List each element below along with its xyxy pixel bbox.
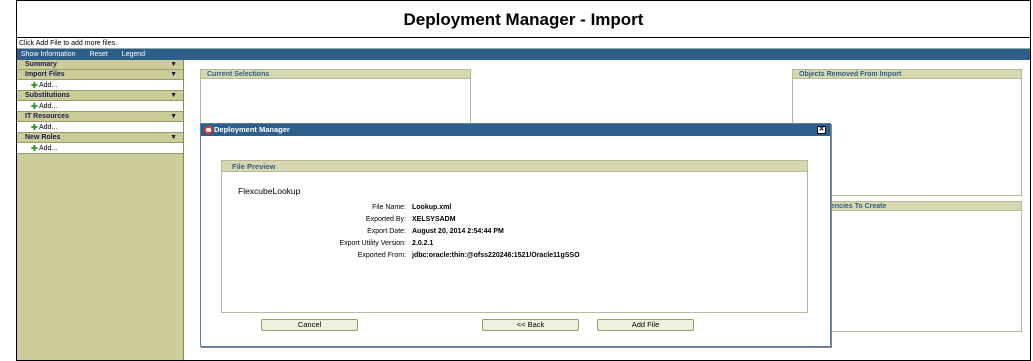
file-preview-panel: File Preview FlexcubeLookup File Name: L… [221, 160, 808, 313]
sidebar-section-import-files[interactable]: Import Files ▼ [17, 70, 183, 80]
chevron-down-icon: ▼ [170, 113, 177, 120]
back-button[interactable]: << Back [482, 319, 579, 331]
detail-label: Exported By: [365, 216, 406, 223]
oracle-logo-icon [204, 126, 213, 134]
chevron-down-icon: ▼ [170, 71, 177, 78]
detail-value: Lookup.xml [412, 204, 452, 211]
sidebar-section-new-roles[interactable]: New Roles ▼ [17, 133, 183, 143]
dialog-title: Deployment Manager [214, 125, 290, 134]
detail-label: Export Date: [367, 228, 406, 235]
add-file-button[interactable]: Add File [597, 319, 694, 331]
page-title: Deployment Manager - Import [403, 10, 644, 29]
menu-bar: Show Information Reset Legend [17, 49, 1030, 60]
detail-value: jdbc:oracle:thin:@ofss220246:1521/Oracle… [412, 252, 580, 259]
sidebar-section-label: IT Resources [25, 113, 69, 120]
detail-row-file-name: File Name: Lookup.xml [222, 203, 807, 213]
dialog-title-bar: Deployment Manager ✕ [201, 124, 830, 136]
detail-value: 2.0.2.1 [412, 240, 434, 247]
add-new-role-link[interactable]: ✚ Add... [17, 143, 183, 154]
chevron-down-icon: ▼ [170, 92, 177, 99]
preview-file-name: FlexcubeLookup [238, 186, 301, 196]
detail-value: August 20, 2014 2:54:44 PM [412, 228, 504, 235]
detail-row-exported-by: Exported By: XELSYSADM [222, 215, 807, 225]
chevron-down-icon: ▼ [170, 134, 177, 141]
detail-row-export-utility-version: Export Utility Version: 2.0.2.1 [222, 239, 807, 249]
sidebar-section-label: New Roles [25, 134, 61, 141]
detail-label: File Name: [372, 204, 406, 211]
close-icon[interactable]: ✕ [817, 126, 826, 134]
plus-icon: ✚ [31, 81, 38, 90]
add-label: Add... [39, 103, 58, 110]
add-it-resource-link[interactable]: ✚ Add... [17, 122, 183, 133]
plus-icon: ✚ [31, 123, 38, 132]
cancel-button[interactable]: Cancel [261, 319, 358, 331]
add-import-file-link[interactable]: ✚ Add... [17, 80, 183, 91]
menu-reset[interactable]: Reset [89, 49, 107, 60]
detail-row-export-date: Export Date: August 20, 2014 2:54:44 PM [222, 227, 807, 237]
sidebar: Summary ▼ Import Files ▼ ✚ Add... Substi… [17, 60, 184, 360]
add-substitution-link[interactable]: ✚ Add... [17, 101, 183, 112]
sidebar-section-label: Import Files [25, 71, 65, 78]
sidebar-section-label: Summary [25, 61, 57, 68]
menu-legend[interactable]: Legend [122, 49, 145, 60]
sidebar-section-summary[interactable]: Summary ▼ [17, 60, 183, 70]
sidebar-section-label: Substitutions [25, 92, 70, 99]
panel-title: Current Selections [201, 70, 470, 79]
sidebar-section-substitutions[interactable]: Substitutions ▼ [17, 91, 183, 101]
add-label: Add... [39, 82, 58, 89]
detail-label: Exported From: [357, 252, 406, 259]
add-label: Add... [39, 145, 58, 152]
add-label: Add... [39, 124, 58, 131]
panel-title: Objects Removed From Import [793, 70, 1021, 79]
menu-show-information[interactable]: Show Information [21, 49, 75, 60]
chevron-down-icon: ▼ [170, 61, 177, 68]
plus-icon: ✚ [31, 102, 38, 111]
detail-row-exported-from: Exported From: jdbc:oracle:thin:@ofss220… [222, 251, 807, 261]
detail-value: XELSYSADM [412, 216, 456, 223]
detail-label: Export Utility Version: [339, 240, 406, 247]
file-preview-title: File Preview [222, 161, 807, 172]
sidebar-section-it-resources[interactable]: IT Resources ▼ [17, 112, 183, 122]
deployment-manager-dialog: Deployment Manager ✕ File Preview Flexcu… [200, 123, 831, 347]
plus-icon: ✚ [31, 144, 38, 153]
hint-bar: Click Add File to add more files. [17, 37, 1030, 49]
